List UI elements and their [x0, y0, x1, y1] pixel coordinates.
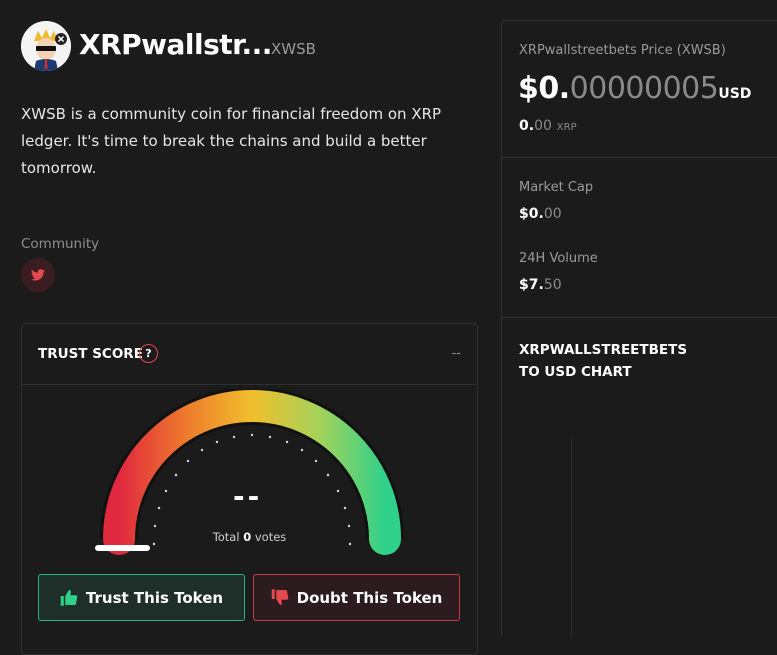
community-label: Community: [21, 236, 100, 252]
twitter-icon: [31, 269, 45, 281]
volume-label: 24H Volume: [519, 251, 598, 266]
divider: [502, 317, 777, 318]
help-icon[interactable]: ?: [139, 344, 158, 363]
chart-axis-line: [571, 439, 572, 639]
token-name: XRPwallstr...: [79, 28, 272, 61]
token-description: XWSB is a community coin for financial f…: [21, 105, 442, 177]
price-usd: $0.00000005USD: [518, 71, 752, 106]
chart-title: XRPWALLSTREETBETS TO USD CHART: [519, 342, 688, 380]
divider: [502, 157, 777, 158]
token-symbol: XWSB: [271, 40, 316, 58]
trust-score-card: TRUST SCORE ? -- -- Total 0 votes Trust …: [21, 323, 478, 655]
gauge-needle: [95, 545, 150, 551]
doubt-token-button[interactable]: Doubt This Token: [253, 574, 460, 621]
thumbs-down-icon: [271, 589, 288, 605]
trust-score-header-value: --: [451, 346, 461, 361]
volume-value: $7.50: [519, 277, 562, 293]
twitter-link[interactable]: [21, 258, 55, 292]
market-cap-value: $0.00: [519, 206, 562, 222]
trust-score-value: --: [233, 480, 263, 513]
market-cap-label: Market Cap: [519, 180, 594, 195]
votes-count: 0: [243, 530, 252, 544]
price-xrp: 0.00 XRP: [519, 118, 577, 134]
trust-score-title: TRUST SCORE: [38, 346, 143, 362]
thumbs-up-icon: [60, 590, 78, 606]
token-overview: XRPwallstr... XWSB XWSB is a community c…: [0, 0, 500, 655]
trust-token-button[interactable]: Trust This Token: [38, 574, 245, 621]
price-label: XRPwallstreetbets Price (XWSB): [519, 43, 726, 58]
price-panel: XRPwallstreetbets Price (XWSB) $0.000000…: [501, 20, 777, 639]
trust-score-header: TRUST SCORE ? --: [22, 324, 477, 385]
total-votes: Total 0 votes: [212, 530, 287, 544]
token-logo: [21, 21, 71, 71]
